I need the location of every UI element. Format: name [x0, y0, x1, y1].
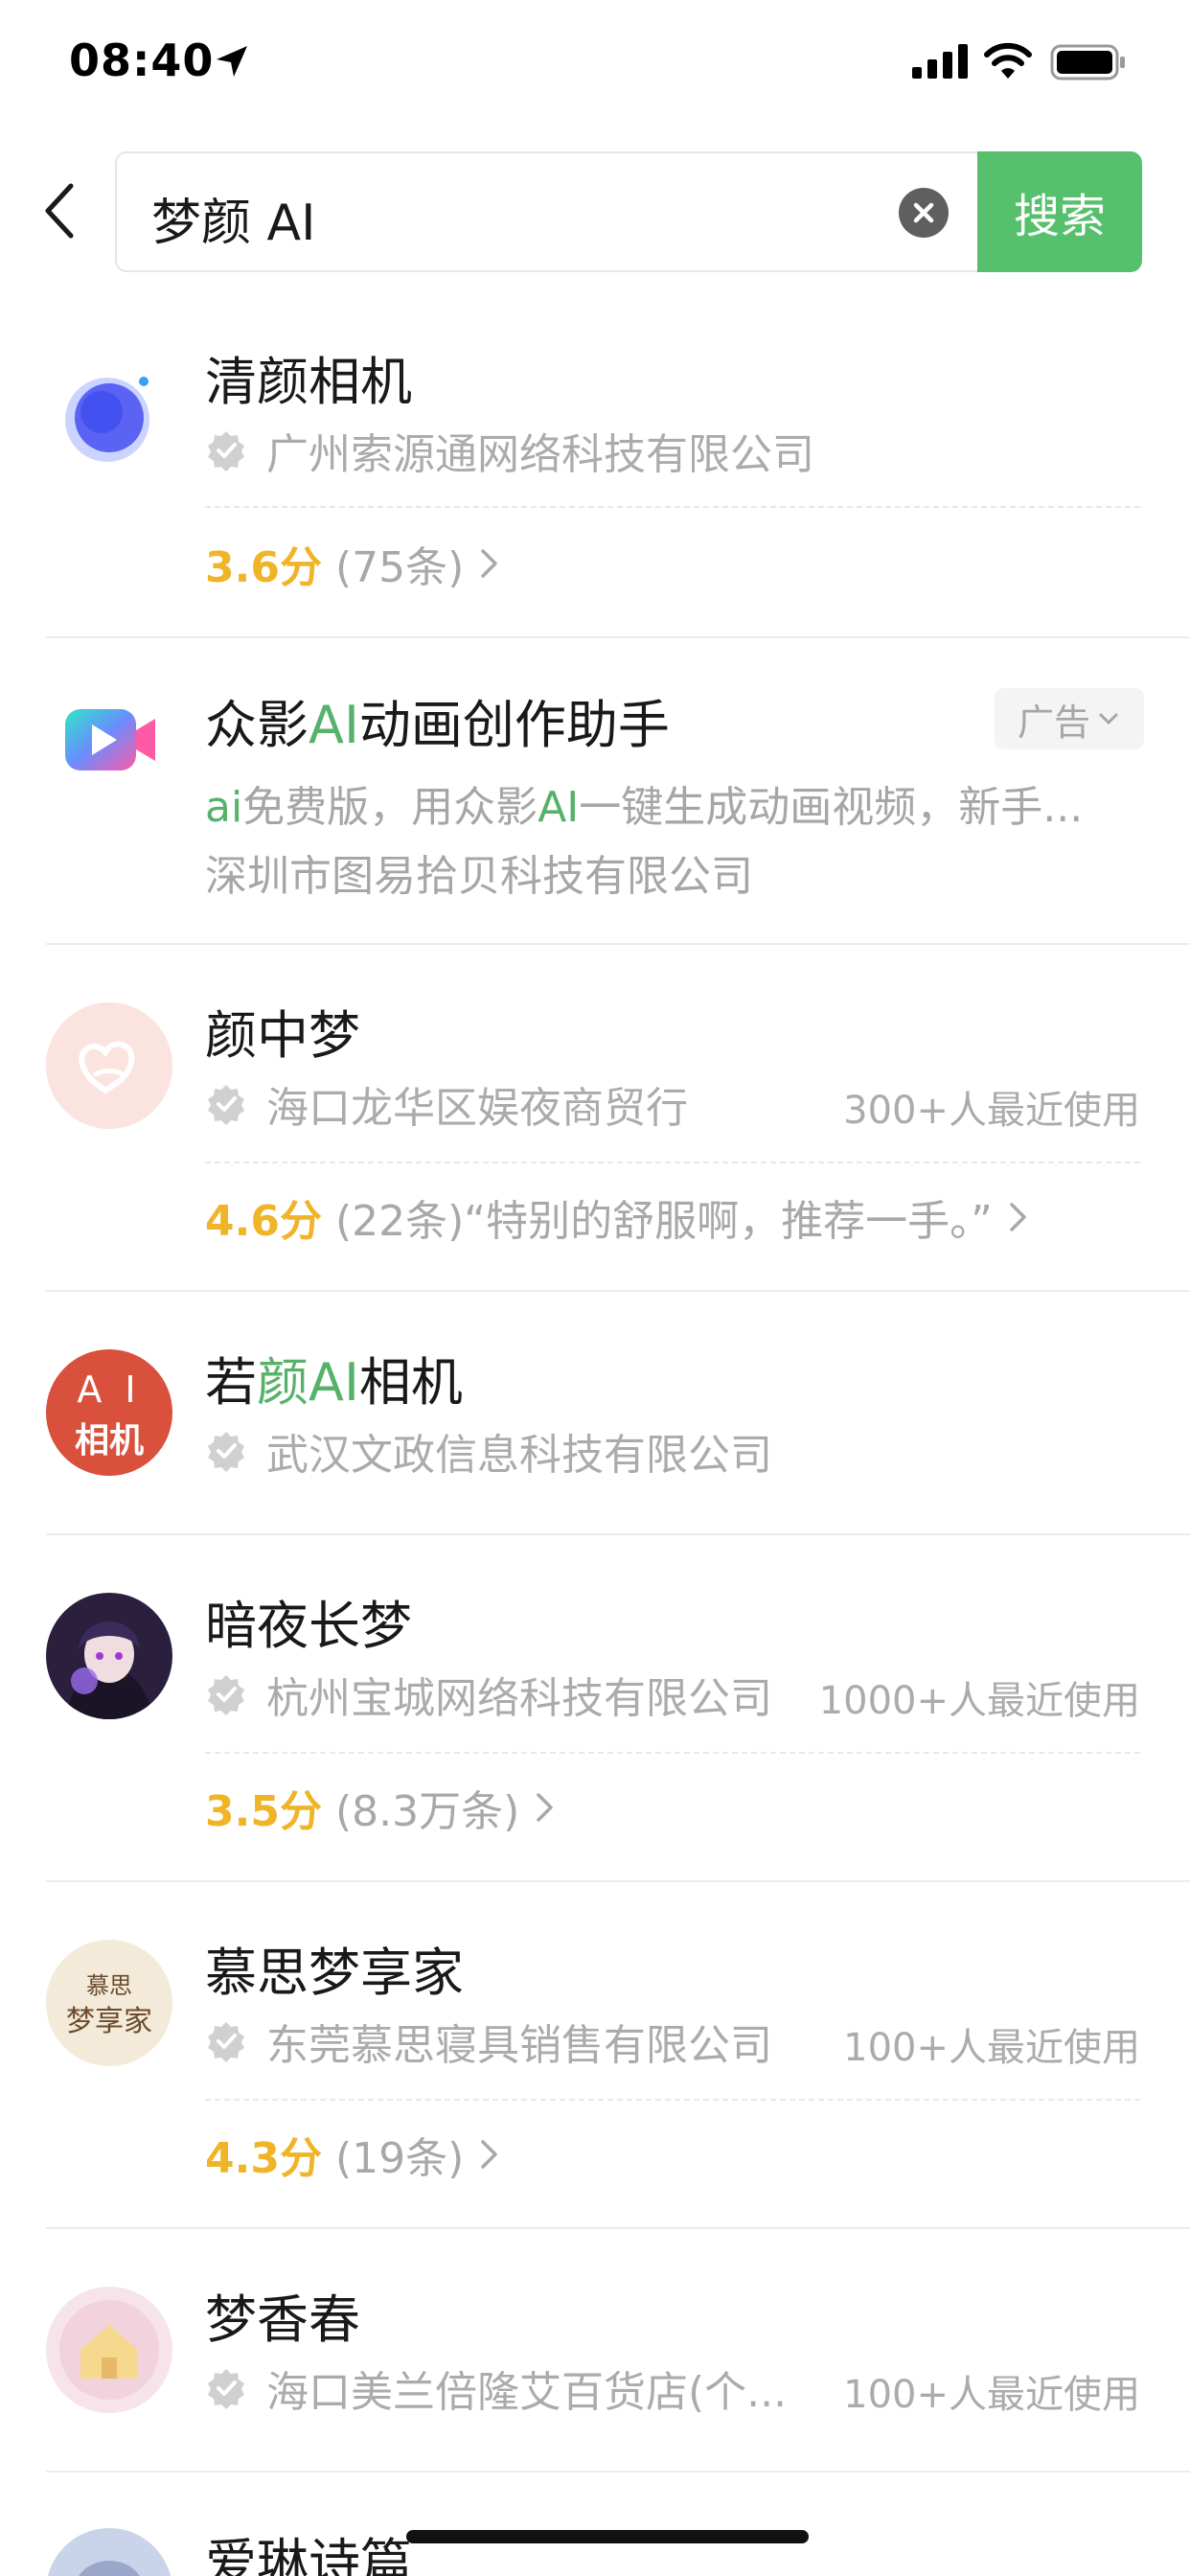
company-name: 东莞慕思寝具销售有限公司	[266, 2021, 772, 2070]
company-name: 深圳市图易拾贝科技有限公司	[205, 852, 753, 901]
list-item-ad[interactable]: 众影AI动画创作助手 广告 ai免费版，用众影AI一键生成动画视频，新手... …	[0, 638, 1190, 945]
usage-count: 100+人最近使用	[843, 2026, 1140, 2070]
search-button[interactable]: 搜索	[977, 151, 1142, 272]
company-name: 海口美兰倍隆艾百货店(个...	[266, 2368, 788, 2417]
ad-badge[interactable]: 广告	[995, 688, 1144, 749]
app-name: 爱琳诗篇	[205, 2533, 412, 2576]
wifi-icon	[984, 42, 1032, 79]
cellular-signal-icon	[912, 44, 968, 79]
dashed-divider	[205, 1752, 1140, 1754]
rating-score: 3.5分	[205, 1787, 322, 1836]
company-name: 武汉文政信息科技有限公司	[266, 1431, 772, 1480]
chevron-right-icon	[537, 1793, 554, 1822]
company-row: 广州索源通网络科技有限公司	[205, 420, 814, 481]
location-arrow-icon	[217, 46, 247, 77]
company-row: 海口龙华区娱夜商贸行	[205, 1073, 688, 1135]
chevron-right-icon	[481, 2140, 498, 2169]
rating-row[interactable]: 3.6分 (75条)	[205, 533, 500, 594]
search-query-text: 梦颜 AI	[151, 195, 316, 252]
rating-score: 4.3分	[205, 2134, 322, 2183]
review-count: (22条)“特别的舒服啊，推荐一手。”	[334, 1197, 993, 1246]
chevron-right-icon	[481, 549, 498, 578]
app-name: 众影AI动画创作助手	[205, 695, 670, 755]
rating-row[interactable]: 4.3分 (19条)	[205, 2124, 500, 2185]
verified-icon	[208, 1085, 244, 1125]
company-row: 海口美兰倍隆艾百货店(个...	[205, 2358, 787, 2419]
logo-text: 慕思	[86, 1972, 132, 1999]
clear-search-button[interactable]	[899, 188, 949, 238]
app-logo	[46, 677, 172, 803]
app-description: ai免费版，用众影AI一键生成动画视频，新手...	[205, 783, 1084, 832]
dashed-divider	[205, 1162, 1140, 1163]
status-bar: 08:40	[0, 0, 1190, 134]
chevron-left-icon	[45, 183, 74, 239]
list-item[interactable]: 慕思 梦享家 慕思梦享家 东莞慕思寝具销售有限公司 100+人最近使用 4.3分…	[0, 1882, 1190, 2229]
dashed-divider	[205, 506, 1140, 508]
company-row: 杭州宝城网络科技有限公司	[205, 1664, 772, 1725]
list-item[interactable]: 爱琳诗篇	[0, 2472, 1190, 2576]
app-name: 暗夜长梦	[205, 1596, 412, 1656]
usage-count: 300+人最近使用	[843, 1089, 1140, 1133]
logo-text: 相机	[74, 1421, 144, 1460]
app-logo	[46, 1593, 172, 1719]
logo-text: A I	[77, 1368, 142, 1411]
app-name: 梦香春	[205, 2289, 360, 2350]
battery-icon	[1050, 44, 1125, 80]
app-logo	[46, 2287, 172, 2413]
company-name: 海口龙华区娱夜商贸行	[266, 1084, 688, 1133]
verified-icon	[208, 2369, 244, 2409]
rating-row[interactable]: 3.5分 (8.3万条)	[205, 1777, 556, 1838]
app-logo	[46, 355, 172, 481]
app-name: 清颜相机	[205, 352, 412, 412]
rating-score: 3.6分	[205, 543, 322, 592]
verified-icon	[208, 2022, 244, 2062]
verified-icon	[208, 1675, 244, 1715]
rating-score: 4.6分	[205, 1197, 322, 1246]
app-logo: 慕思 梦享家	[46, 1940, 172, 2066]
app-name: 颜中梦	[205, 1005, 360, 1066]
app-logo	[46, 1002, 172, 1129]
verified-icon	[208, 1432, 244, 1472]
rating-row[interactable]: 4.6分 (22条)“特别的舒服啊，推荐一手。”	[205, 1186, 1029, 1248]
list-item[interactable]: 梦香春 海口美兰倍隆艾百货店(个... 100+人最近使用	[0, 2229, 1190, 2472]
app-name: 慕思梦享家	[205, 1943, 464, 2003]
logo-text: 梦享家	[66, 2005, 152, 2038]
back-button[interactable]	[29, 172, 96, 249]
company-row: 武汉文政信息科技有限公司	[205, 1420, 772, 1482]
list-item[interactable]: A I 相机 若颜AI相机 武汉文政信息科技有限公司	[0, 1292, 1190, 1535]
chevron-right-icon	[1010, 1203, 1026, 1231]
search-input[interactable]: 梦颜 AI	[115, 151, 977, 272]
list-item[interactable]: 颜中梦 海口龙华区娱夜商贸行 300+人最近使用 4.6分 (22条)“特别的舒…	[0, 945, 1190, 1292]
close-icon	[913, 202, 934, 223]
chevron-down-icon	[1099, 713, 1118, 725]
company-row: 东莞慕思寝具销售有限公司	[205, 2011, 772, 2072]
verified-icon	[208, 431, 244, 472]
app-logo: A I 相机	[46, 1349, 172, 1476]
review-count: (75条)	[334, 543, 465, 592]
list-item[interactable]: 清颜相机 广州索源通网络科技有限公司 3.6分 (75条)	[0, 316, 1190, 638]
app-logo	[46, 2528, 172, 2576]
review-count: (8.3万条)	[334, 1787, 520, 1836]
dashed-divider	[205, 2099, 1140, 2101]
status-time: 08:40	[69, 34, 215, 86]
company-name: 杭州宝城网络科技有限公司	[266, 1674, 772, 1723]
home-indicator	[406, 2530, 809, 2543]
company-name: 广州索源通网络科技有限公司	[266, 430, 814, 479]
app-name: 若颜AI相机	[205, 1352, 463, 1413]
usage-count: 100+人最近使用	[843, 2373, 1140, 2417]
usage-count: 1000+人最近使用	[818, 1679, 1140, 1723]
list-item[interactable]: 暗夜长梦 杭州宝城网络科技有限公司 1000+人最近使用 3.5分 (8.3万条…	[0, 1535, 1190, 1882]
review-count: (19条)	[334, 2134, 465, 2183]
